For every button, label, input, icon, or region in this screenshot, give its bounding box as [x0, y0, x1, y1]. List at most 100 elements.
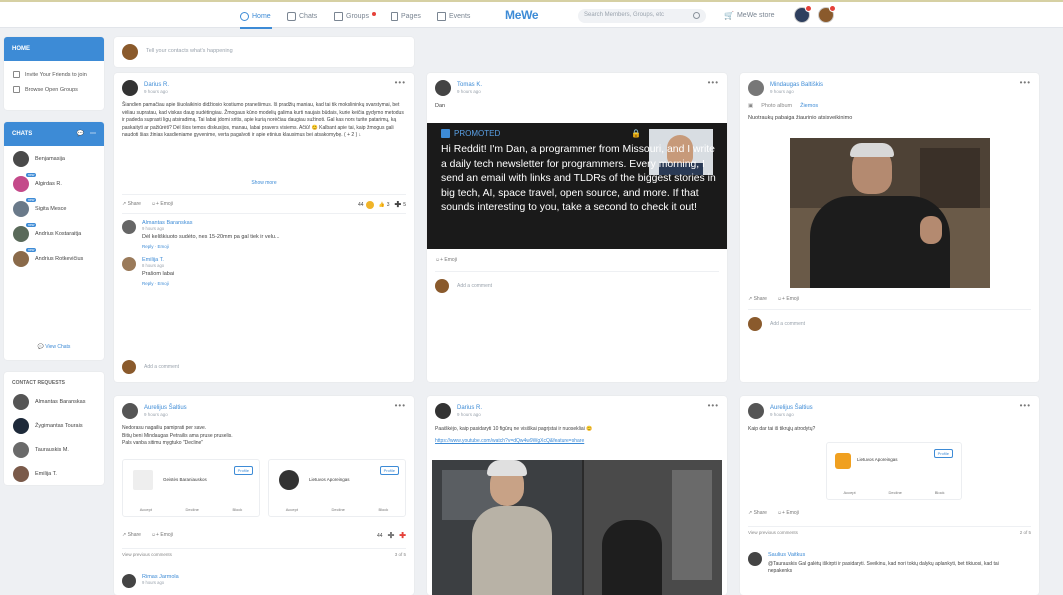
page-name: Geistės Baraniauskos	[163, 477, 207, 482]
view-chats-link[interactable]: 💬 View Chats	[4, 344, 104, 350]
reaction-count[interactable]: 👍 3	[379, 202, 390, 208]
decline-button[interactable]: Decline	[889, 490, 902, 495]
avatar[interactable]	[122, 220, 136, 234]
chat-item[interactable]: new Algirdas R.	[4, 171, 104, 196]
share-button[interactable]: ↗ Share	[122, 532, 141, 538]
avatar[interactable]	[122, 403, 138, 419]
invite-friends-link[interactable]: Invite Your Friends to join	[4, 67, 104, 82]
post-author[interactable]: Mindaugas Baltiškis	[770, 82, 823, 88]
divider	[122, 194, 406, 195]
nav-home[interactable]: Home	[240, 8, 271, 24]
post-author[interactable]: Aurelijus Šaltius	[144, 405, 187, 411]
post-author[interactable]: Darius R.	[144, 82, 169, 88]
reaction-count[interactable]: ✚ 5	[395, 200, 406, 209]
profile-button[interactable]: Profile	[379, 466, 399, 475]
accept-button[interactable]: Accept	[286, 507, 298, 512]
nav-events[interactable]: Events	[437, 8, 470, 24]
avatar[interactable]	[435, 80, 451, 96]
chat-item[interactable]: new Sigita Mesce	[4, 196, 104, 221]
comment: Saulius Vaitkus @Taurauskis Gal galėtų iš…	[740, 548, 1039, 579]
promoted-ad[interactable]: PROMOTED 🔒 Hi Reddit! I'm Dan, a program…	[427, 123, 727, 249]
show-more-link[interactable]: Show more	[114, 180, 414, 186]
reaction-count[interactable]: 44	[377, 533, 383, 539]
photo-album-icon: ▣	[748, 103, 754, 109]
avatar[interactable]	[122, 80, 138, 96]
nav-groups[interactable]: Groups	[334, 8, 369, 24]
comment-author[interactable]: Saulius Vaitkus	[768, 552, 1018, 558]
nav-chats[interactable]: Chats	[287, 8, 317, 24]
avatar	[122, 44, 138, 60]
red-cross-icon[interactable]: ✚	[399, 531, 406, 540]
app-icon	[441, 129, 450, 138]
post-photo[interactable]	[790, 138, 990, 288]
request-item[interactable]: Almantas Baranskas	[4, 390, 104, 414]
search-input[interactable]: Search Members, Groups, etc	[578, 9, 706, 23]
post-link[interactable]: https://www.youtube.com/watch?v=dQw4w9Wg…	[427, 435, 727, 447]
post-photo[interactable]	[432, 460, 722, 595]
plus-icon[interactable]: ✚	[388, 531, 395, 540]
compose-placeholder: Tell your contacts what's happening	[146, 48, 233, 54]
reactions: 44 ✚ ✚	[377, 531, 406, 540]
avatar[interactable]	[748, 80, 764, 96]
view-previous-comments[interactable]: View previous comments	[122, 552, 172, 557]
more-options-icon[interactable]: •••	[395, 401, 406, 410]
browse-groups-link[interactable]: Browse Open Groups	[4, 82, 104, 97]
more-options-icon[interactable]: •••	[1020, 401, 1031, 410]
emoji-button[interactable]: ☺+ Emoji	[435, 257, 457, 263]
view-previous-comments[interactable]: View previous comments	[748, 530, 798, 535]
post-author[interactable]: Darius R.	[457, 405, 482, 411]
chat-item[interactable]: Benjamasija	[4, 146, 104, 171]
more-options-icon[interactable]: •••	[708, 401, 719, 410]
home-header[interactable]: HOME	[4, 37, 104, 61]
avatar[interactable]	[748, 552, 762, 566]
more-options-icon[interactable]: •••	[1020, 78, 1031, 87]
post-text: Nedorasu nagailiu pamiprati per save. Bi…	[122, 425, 233, 446]
reply-button[interactable]: Reply · Emoji	[142, 244, 280, 249]
reaction-count[interactable]: 44	[358, 200, 374, 209]
accept-button[interactable]: Accept	[843, 490, 855, 495]
avatar[interactable]	[748, 403, 764, 419]
avatar[interactable]	[122, 257, 136, 271]
post-author[interactable]: Aurelijus Šaltius	[770, 405, 813, 411]
request-item[interactable]: Emilija T.	[4, 462, 104, 485]
post-author[interactable]: Tomas K.	[457, 82, 482, 88]
album-link[interactable]: Žiemos	[800, 102, 818, 110]
profile-button[interactable]: Profile	[933, 449, 953, 458]
avatar[interactable]	[122, 574, 136, 588]
block-button[interactable]: Block	[378, 507, 388, 512]
more-icon[interactable]: ⋯	[90, 122, 96, 146]
nav-pages[interactable]: Pages	[391, 8, 421, 24]
mewe-logo[interactable]: MeWe	[505, 8, 539, 22]
add-comment-input[interactable]: Add a comment	[114, 356, 187, 378]
request-item[interactable]: Taurauskis M.	[4, 438, 104, 462]
accept-button[interactable]: Accept	[140, 507, 152, 512]
block-button[interactable]: Block	[232, 507, 242, 512]
emoji-button[interactable]: ☺+ Emoji	[777, 510, 799, 516]
store-link[interactable]: 🛒 MeWe store	[724, 7, 775, 23]
request-item[interactable]: Žygimantas Tourais	[4, 414, 104, 438]
chat-item[interactable]: new Andrius Kostaraitja	[4, 221, 104, 246]
add-comment-input[interactable]: Add a comment	[427, 275, 500, 297]
avatar[interactable]	[435, 403, 451, 419]
decline-button[interactable]: Decline	[332, 507, 345, 512]
more-options-icon[interactable]: •••	[395, 78, 406, 87]
decline-button[interactable]: Decline	[186, 507, 199, 512]
new-chat-icon[interactable]: 💬	[77, 122, 84, 146]
profile-button[interactable]: Profile	[233, 466, 253, 475]
add-comment-input[interactable]: Add a comment	[740, 313, 813, 335]
shared-page-card[interactable]: Lietuvos Aporeingas Profile Accept Decli…	[826, 442, 962, 500]
shared-page-card[interactable]: Geistės Baraniauskos Profile Accept Decl…	[122, 459, 260, 517]
share-button[interactable]: ↗ Share	[122, 201, 141, 207]
post-card: Mindaugas Baltiškis 9 hours ago ••• ▣ Phot…	[740, 73, 1039, 382]
emoji-button[interactable]: ☺+ Emoji	[151, 532, 173, 538]
share-button[interactable]: ↗ Share	[748, 510, 767, 516]
chat-item[interactable]: new Andrius Rotkevičius	[4, 246, 104, 271]
reply-button[interactable]: Reply · Emoji	[142, 281, 174, 286]
share-button[interactable]: ↗ Share	[748, 296, 767, 302]
compose-box[interactable]: Tell your contacts what's happening	[114, 37, 414, 67]
shared-page-card[interactable]: Lietuvos Aporeingas Profile Accept Decli…	[268, 459, 406, 517]
emoji-button[interactable]: ☺+ Emoji	[151, 201, 173, 207]
emoji-button[interactable]: ☺+ Emoji	[777, 296, 799, 302]
block-button[interactable]: Block	[935, 490, 945, 495]
more-options-icon[interactable]: •••	[708, 78, 719, 87]
